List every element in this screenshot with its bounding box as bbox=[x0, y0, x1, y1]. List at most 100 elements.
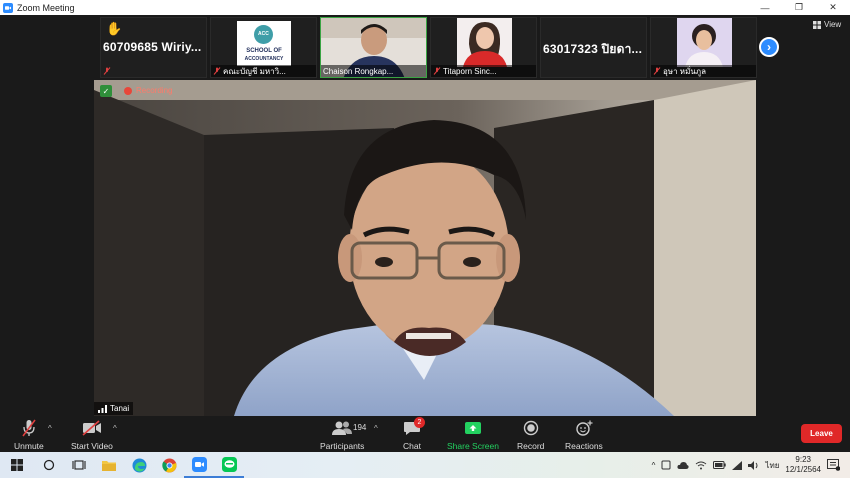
gallery-strip: ✋ 60709685 Wiriy... ACC SCHOOL OF ACCOUN… bbox=[100, 17, 757, 78]
tile-footer bbox=[101, 65, 206, 77]
windows-taskbar: ^ ไทย 9:23 12/1/2564 bbox=[0, 452, 850, 478]
system-tray: ^ ไทย 9:23 12/1/2564 bbox=[652, 452, 850, 478]
reactions-button[interactable]: Reactions bbox=[565, 418, 603, 451]
share-screen-icon bbox=[464, 422, 481, 434]
raised-hand-icon: ✋ bbox=[106, 21, 123, 36]
notifications-icon[interactable] bbox=[827, 459, 840, 471]
volume-icon[interactable] bbox=[748, 460, 759, 470]
chevron-right-icon: › bbox=[767, 40, 771, 54]
close-button[interactable]: ✕ bbox=[816, 0, 850, 15]
mic-muted-icon bbox=[213, 67, 221, 75]
chevron-up-icon[interactable]: ^ bbox=[652, 461, 656, 470]
tile-footer: Chaison Rongkap... bbox=[321, 65, 426, 77]
leave-button[interactable]: Leave bbox=[801, 424, 842, 443]
cloud-icon[interactable] bbox=[677, 461, 690, 470]
mic-muted-icon bbox=[433, 67, 441, 75]
meeting-toolbar: Unmute ^ Start Video ^ Participants ^ 2 … bbox=[0, 416, 850, 452]
record-button[interactable]: Record bbox=[517, 418, 544, 451]
battery-icon[interactable] bbox=[713, 461, 727, 469]
reactions-label: Reactions bbox=[565, 441, 603, 451]
windows-logo-icon bbox=[11, 459, 23, 471]
record-label: Record bbox=[517, 441, 545, 451]
participant-name: คณะบัญชี มหาวิ... bbox=[223, 66, 286, 76]
participant-tile[interactable]: 63017323 ปิยดา... bbox=[540, 17, 647, 78]
tile-footer: อุษา หมั่นภูล bbox=[651, 65, 756, 77]
view-button[interactable]: View bbox=[813, 20, 841, 29]
participant-tile-active[interactable]: Chaison Rongkap... bbox=[320, 17, 427, 78]
share-screen-label: Share Screen bbox=[447, 441, 499, 451]
unmute-button[interactable]: Unmute bbox=[14, 418, 44, 451]
line-taskbar-button[interactable] bbox=[214, 452, 244, 478]
window-title: Zoom Meeting bbox=[17, 2, 75, 13]
network-icon[interactable] bbox=[732, 460, 743, 470]
video-off-icon bbox=[82, 420, 101, 436]
chrome-browser-icon bbox=[161, 458, 176, 472]
task-view-button[interactable] bbox=[64, 452, 94, 478]
line-app-icon bbox=[221, 456, 237, 472]
clock-time: 9:23 bbox=[795, 455, 811, 464]
participant-tile[interactable]: ACC SCHOOL OF ACCOUNTANCY คณะบัญชี มหาวิ… bbox=[210, 17, 317, 78]
participants-count: 194 bbox=[353, 423, 367, 432]
edge-browser-icon bbox=[132, 458, 146, 472]
start-video-label: Start Video bbox=[71, 441, 113, 451]
input-language[interactable]: ไทย bbox=[765, 459, 779, 472]
speaker-name-tag: Tanai bbox=[94, 402, 134, 415]
share-screen-button[interactable]: Share Screen bbox=[447, 418, 499, 451]
search-circle-icon bbox=[43, 459, 55, 471]
record-icon bbox=[523, 420, 538, 436]
tile-footer: Titaporn Sinc... bbox=[431, 65, 536, 77]
signal-strength-icon bbox=[98, 404, 107, 413]
speaker-name: Tanai bbox=[110, 404, 130, 413]
edge-button[interactable] bbox=[124, 452, 154, 478]
participant-video bbox=[457, 18, 512, 67]
participant-tile[interactable]: ✋ 60709685 Wiriy... bbox=[100, 17, 207, 78]
audio-options-caret[interactable]: ^ bbox=[48, 424, 52, 433]
recording-dot-icon bbox=[124, 86, 132, 95]
active-speaker-video[interactable] bbox=[94, 80, 756, 416]
mic-muted-icon bbox=[22, 419, 36, 437]
mic-muted-icon bbox=[653, 67, 661, 75]
participant-video bbox=[677, 18, 732, 67]
acc-logo-text: ACCOUNTANCY bbox=[244, 56, 284, 62]
grid-view-icon bbox=[813, 20, 821, 29]
start-video-button[interactable]: Start Video bbox=[71, 418, 113, 451]
wifi-icon[interactable] bbox=[695, 461, 707, 470]
participant-tile[interactable]: อุษา หมั่นภูล bbox=[650, 17, 757, 78]
chat-label: Chat bbox=[403, 441, 421, 451]
zoom-taskbar-button[interactable] bbox=[184, 452, 214, 478]
participants-label: Participants bbox=[320, 441, 365, 451]
chat-unread-badge: 2 bbox=[414, 417, 425, 428]
view-label: View bbox=[824, 20, 842, 29]
file-explorer-button[interactable] bbox=[94, 452, 124, 478]
minimize-button[interactable]: — bbox=[748, 0, 782, 15]
recording-label: Recording bbox=[136, 86, 173, 95]
participant-tile[interactable]: Titaporn Sinc... bbox=[430, 17, 537, 78]
reactions-smiley-icon bbox=[576, 420, 593, 436]
participant-name: Chaison Rongkap... bbox=[323, 66, 394, 76]
participants-icon bbox=[332, 421, 353, 435]
start-button[interactable] bbox=[0, 452, 34, 478]
next-page-button[interactable]: › bbox=[759, 37, 779, 57]
tray-app-icon[interactable] bbox=[661, 460, 671, 470]
unmute-label: Unmute bbox=[14, 441, 44, 451]
search-button[interactable] bbox=[34, 452, 64, 478]
tile-footer: คณะบัญชี มหาวิ... bbox=[211, 65, 316, 77]
recording-indicator: Recording bbox=[124, 86, 172, 95]
restore-button[interactable]: ❐ bbox=[782, 0, 816, 15]
security-shield-icon[interactable]: ✓ bbox=[100, 85, 112, 97]
chat-button[interactable]: 2 Chat bbox=[403, 417, 425, 451]
participant-name: Titaporn Sinc... bbox=[443, 66, 497, 76]
zoom-app-icon bbox=[191, 456, 207, 472]
clock[interactable]: 9:23 12/1/2564 bbox=[785, 455, 821, 475]
speaker-video-frame bbox=[94, 80, 756, 416]
mic-muted-icon bbox=[103, 67, 111, 75]
acc-logo-text: ACC bbox=[258, 31, 269, 37]
task-view-icon bbox=[72, 460, 86, 470]
acc-logo-text: SCHOOL OF bbox=[246, 48, 282, 54]
chrome-button[interactable] bbox=[154, 452, 184, 478]
participant-name: 60709685 Wiriy... bbox=[103, 40, 202, 54]
participants-options-caret[interactable]: ^ bbox=[374, 424, 378, 433]
folder-icon bbox=[102, 460, 116, 471]
video-options-caret[interactable]: ^ bbox=[113, 424, 117, 433]
zoom-logo-icon bbox=[3, 2, 13, 13]
